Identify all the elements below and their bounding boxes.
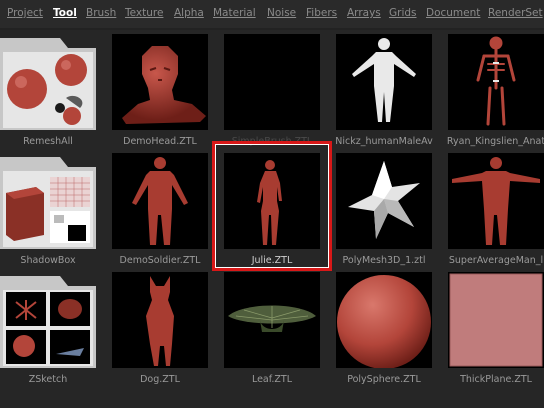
tool-palette-grid: RemeshAll DemoHead.ZTL SimpleBrush.ZTL N… [0, 30, 544, 408]
female-figure-icon [257, 160, 282, 245]
tile-label: SimpleBrush.ZTL [231, 136, 313, 147]
tile-label: PolySphere.ZTL [347, 374, 421, 385]
tile-label: PolyMesh3D_1.ztl [342, 255, 426, 266]
menu-renderset[interactable]: RenderSet [488, 7, 543, 19]
dog-figure-icon [146, 276, 174, 366]
tile-label: ShadowBox [20, 255, 76, 266]
menu-brush[interactable]: Brush [86, 7, 116, 19]
soldier-figure-icon [132, 157, 188, 245]
tile-label: Julie.ZTL [251, 255, 293, 266]
tile-label: Dog.ZTL [140, 374, 180, 385]
demo-head-icon [122, 46, 206, 124]
tile-label: DemoHead.ZTL [123, 136, 197, 147]
tile-label: SuperAverageMan_l [448, 255, 544, 266]
menu-project[interactable]: Project [7, 7, 43, 19]
tile-label: RemeshAll [23, 136, 73, 147]
tile-label: ThickPlane.ZTL [460, 374, 532, 385]
tile-label: Ryan_Kingslien_Anat [446, 136, 544, 147]
tile-label: Nickz_humanMaleAv [335, 136, 433, 147]
zsketch-folder-icon [0, 276, 96, 368]
male-figure-icon [352, 38, 416, 122]
average-man-icon [452, 157, 540, 245]
tile-label: DemoSoldier.ZTL [119, 255, 201, 266]
leaf-mesh-icon [228, 305, 316, 332]
menu-fibers[interactable]: Fibers [306, 7, 337, 19]
menu-document[interactable]: Document [426, 7, 480, 19]
shadowbox-folder-icon [0, 157, 96, 249]
simple-brush-icon [224, 34, 320, 130]
menu-grids[interactable]: Grids [389, 7, 417, 19]
menu-bar: Project Tool Brush Texture Alpha Materia… [0, 0, 544, 28]
menu-alpha[interactable]: Alpha [174, 7, 204, 19]
menu-tool[interactable]: Tool [53, 7, 77, 19]
tile-label: ZSketch [28, 374, 68, 385]
remesh-folder-icon [0, 38, 96, 130]
sphere-mesh-icon [337, 275, 431, 368]
menu-material[interactable]: Material [213, 7, 256, 19]
star-mesh-icon [348, 161, 420, 239]
tile-label: Leaf.ZTL [251, 374, 293, 385]
skeleton-figure-icon [476, 36, 516, 126]
menu-texture[interactable]: Texture [125, 7, 163, 19]
menu-arrays[interactable]: Arrays [347, 7, 381, 19]
plane-mesh-icon [449, 273, 543, 367]
menu-noise[interactable]: Noise [267, 7, 296, 19]
